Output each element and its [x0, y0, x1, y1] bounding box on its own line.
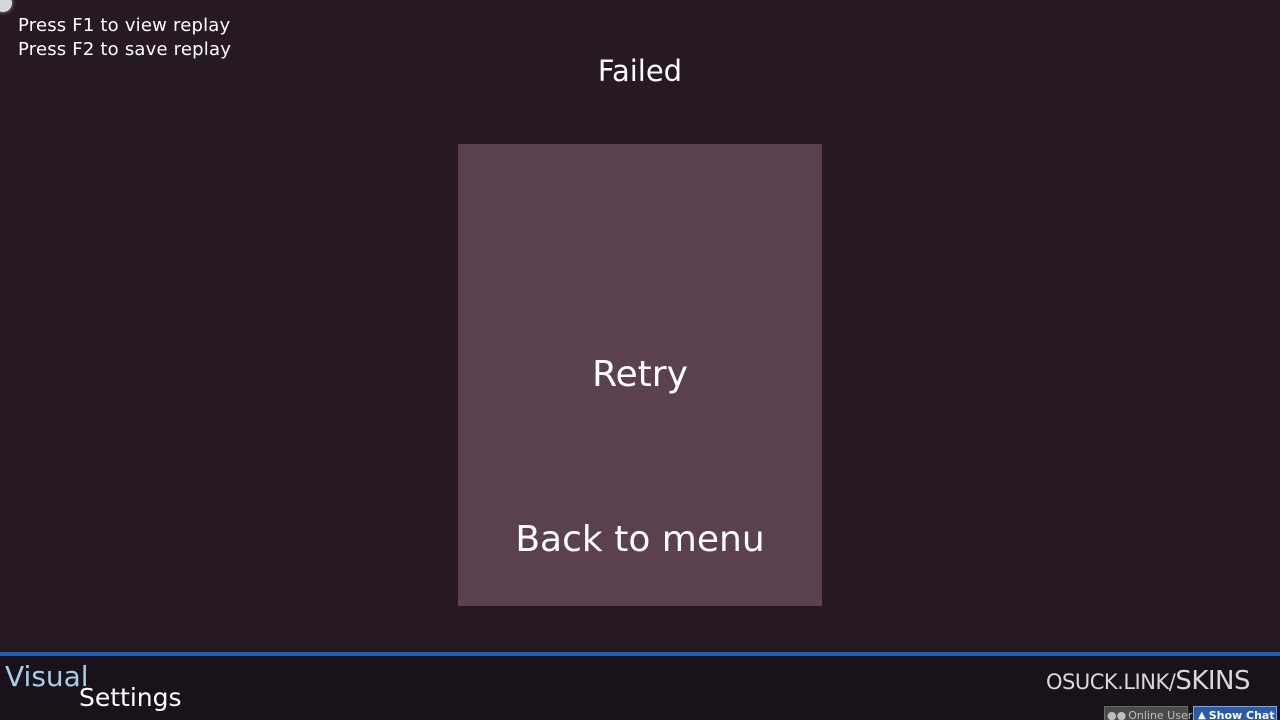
- watermark-main: OSUCK.LINK/: [1046, 670, 1176, 694]
- retry-button[interactable]: Retry: [458, 354, 822, 395]
- online-users-button[interactable]: ●● Online Users: [1104, 706, 1198, 720]
- users-icon: ●●: [1107, 708, 1127, 720]
- skin-watermark: OSUCK.LINK/SKINS: [1046, 666, 1250, 696]
- visual-settings-settings-label[interactable]: Settings: [79, 683, 182, 712]
- watermark-end: SKINS: [1175, 666, 1250, 696]
- pause-menu-panel: Retry Back to menu: [458, 144, 822, 606]
- failed-screen: Press F1 to view replay Press F2 to save…: [0, 0, 1280, 720]
- visual-settings-visual-label[interactable]: Visual: [5, 660, 89, 693]
- show-chat-label: Show Chat: [1208, 708, 1275, 720]
- cursor-icon: [0, 0, 12, 12]
- replay-view-hint: Press F1 to view replay: [18, 15, 231, 36]
- chevron-up-icon: ▲: [1198, 709, 1206, 720]
- online-users-label: Online Users: [1128, 708, 1198, 720]
- back-to-menu-button[interactable]: Back to menu: [458, 519, 822, 560]
- bottom-bar: Visual Settings OSUCK.LINK/SKINS ●● Onli…: [0, 652, 1280, 720]
- show-chat-button[interactable]: ▲ Show Chat: [1193, 706, 1277, 720]
- failed-title: Failed: [597, 54, 683, 88]
